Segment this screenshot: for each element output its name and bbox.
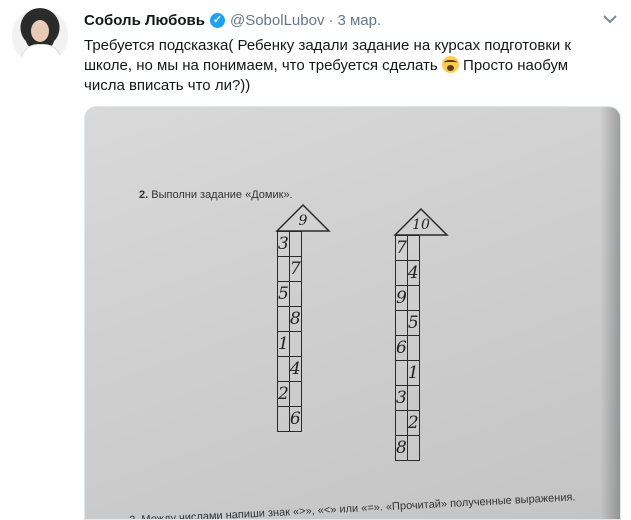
- author-handle[interactable]: @SobolLubov: [230, 12, 324, 29]
- house-2-cell: [406, 385, 420, 411]
- avatar[interactable]: [12, 8, 68, 64]
- house-1-cell: 3: [277, 231, 290, 257]
- house-1-roof-number: 9: [298, 213, 308, 229]
- house-2-cell: [406, 285, 420, 311]
- house-1-cell: 4: [288, 356, 302, 382]
- verified-badge-icon: ✓: [209, 13, 225, 28]
- house-1-cell: 8: [288, 306, 302, 332]
- house-2-cell: 4: [406, 260, 420, 286]
- house-1-cell: 6: [288, 406, 302, 432]
- tweet-photo[interactable]: 2. Выполни задание «Домик». 9 3 7 5 8 1 …: [84, 106, 621, 520]
- scream-emoji-icon: [441, 56, 459, 73]
- house-2-cell: 2: [406, 410, 420, 436]
- task3-text: 3. Между числами напиши знак «>», «<» ил…: [128, 491, 576, 520]
- tweet-date[interactable]: 3 мар.: [337, 12, 381, 29]
- house-2-cell: [395, 410, 408, 436]
- avatar-body: [20, 44, 62, 64]
- tweet-text: Требуется подсказка( Ребенку задали зада…: [84, 36, 604, 96]
- house-1-cell: [288, 381, 302, 407]
- house-1-cell: [288, 281, 302, 307]
- house-2-cell: 9: [395, 285, 408, 311]
- task2-text: Выполни задание «Домик».: [151, 189, 293, 201]
- house-1-grid: 3 7 5 8 1 4 2 6: [277, 231, 302, 432]
- house-2-roof-number: 10: [412, 217, 430, 233]
- house-2-cell: [395, 310, 408, 336]
- separator-dot: ·: [328, 12, 334, 29]
- house-2-cell: [406, 435, 420, 461]
- tweet-header: Соболь Любовь ✓ @SobolLubov · 3 мар.: [84, 12, 381, 29]
- house-2-grid: 7 4 9 5 6 1 3 2 8: [395, 235, 420, 461]
- house-1-cell: [288, 231, 302, 257]
- house-1-cell: [277, 356, 290, 382]
- house-2-cell: 3: [395, 385, 408, 411]
- house-1-cell: [288, 331, 302, 357]
- house-1-cell: 7: [288, 256, 302, 282]
- house-2-cell: 7: [395, 235, 408, 261]
- house-2-cell: 5: [406, 310, 420, 336]
- house-1-cell: 1: [277, 331, 290, 357]
- house-1-cell: [277, 406, 290, 432]
- house-2-cell: [406, 235, 420, 261]
- house-1-cell: 5: [277, 281, 290, 307]
- house-2-cell: [406, 335, 420, 361]
- house-2-cell: [395, 260, 408, 286]
- house-2-cell: 1: [406, 360, 420, 386]
- author-name[interactable]: Соболь Любовь: [84, 12, 205, 29]
- task2-heading: 2. Выполни задание «Домик».: [139, 189, 293, 201]
- house-2-cell: [395, 360, 408, 386]
- photo-shadow: [600, 107, 620, 519]
- avatar-face: [31, 20, 49, 42]
- house-1-cell: [277, 256, 290, 282]
- task2-number: 2.: [139, 189, 149, 201]
- chevron-down-icon[interactable]: [603, 12, 617, 27]
- house-2-cell: 6: [395, 335, 408, 361]
- house-1-cell: [277, 306, 290, 332]
- house-1-cell: 2: [277, 381, 290, 407]
- house-2-cell: 8: [395, 435, 408, 461]
